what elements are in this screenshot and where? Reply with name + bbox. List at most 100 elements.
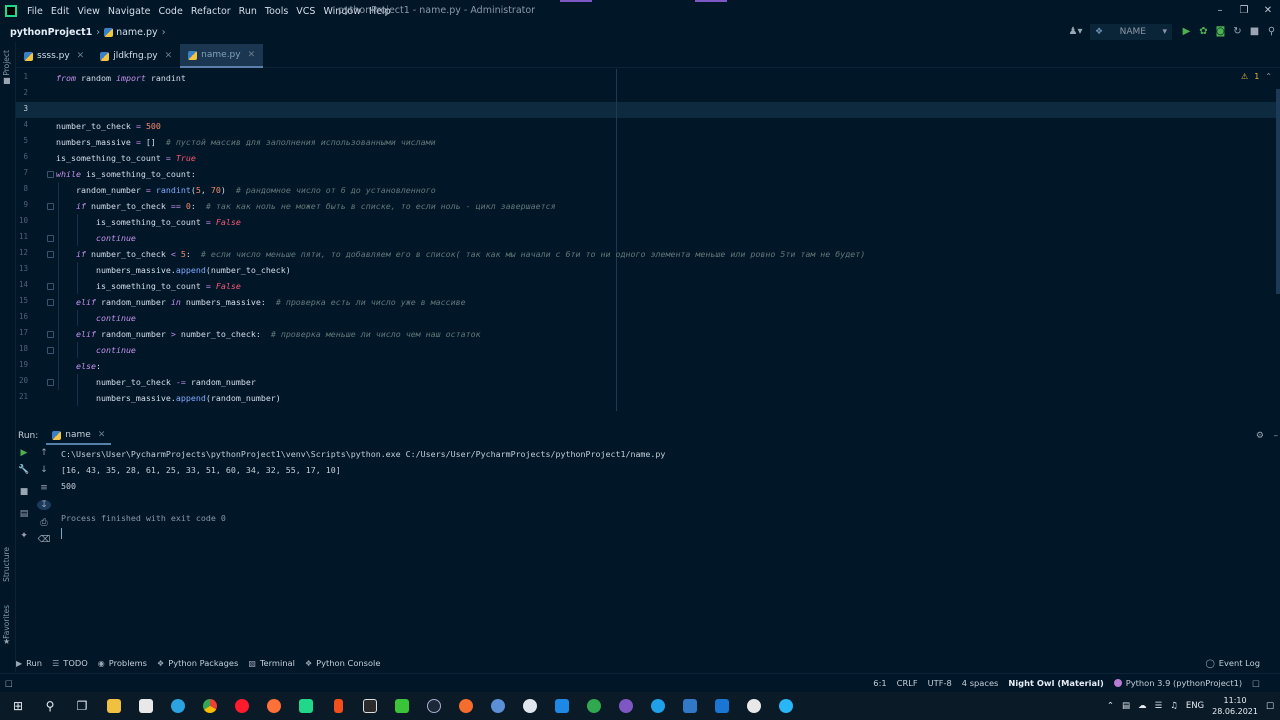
lock-icon[interactable]: □	[1252, 678, 1260, 688]
fold-marker-icon[interactable]	[47, 379, 54, 386]
steam-icon[interactable]	[418, 692, 450, 720]
structure-tool-label[interactable]: Structure	[2, 547, 11, 582]
app-settings-icon[interactable]	[674, 692, 706, 720]
stop-icon[interactable]: ■	[16, 487, 32, 497]
notifications-icon[interactable]: □	[1266, 701, 1274, 711]
scroll-to-end-icon[interactable]: ↧	[37, 500, 51, 510]
fold-marker-icon[interactable]	[47, 347, 54, 354]
code-line[interactable]: number_to_check = 500	[56, 118, 161, 134]
close-icon[interactable]: ✕	[77, 51, 85, 61]
gear-icon[interactable]: ⚙	[1256, 431, 1264, 441]
code-line[interactable]: numbers_massive = [] # пустой массив для…	[56, 134, 436, 150]
code-line[interactable]: number_to_check -= random_number	[56, 374, 256, 390]
app-icon[interactable]	[514, 692, 546, 720]
windows-start-icon[interactable]: ⊞	[2, 692, 34, 720]
origin-icon[interactable]	[450, 692, 482, 720]
arrow-up-icon[interactable]: ↑	[36, 448, 52, 458]
search-icon[interactable]: ⚲	[34, 692, 66, 720]
code-line[interactable]: continue	[56, 342, 136, 358]
chevron-up-icon[interactable]: ⌃	[1265, 72, 1272, 81]
close-icon[interactable]: ✕	[1256, 0, 1280, 22]
menu-vcs[interactable]: VCS	[292, 6, 319, 17]
epic-games-icon[interactable]	[354, 692, 386, 720]
code-line[interactable]: while is_something_to_count:	[56, 166, 196, 182]
breadcrumb-file[interactable]: name.py	[116, 27, 158, 38]
file-encoding[interactable]: UTF-8	[928, 678, 952, 688]
caret-position[interactable]: 6:1	[873, 678, 886, 688]
code-line[interactable]: is_something_to_count = False	[56, 214, 241, 230]
menu-edit[interactable]: Edit	[47, 6, 73, 17]
fold-marker-icon[interactable]	[47, 171, 54, 178]
opera-icon[interactable]	[226, 692, 258, 720]
line-separator[interactable]: CRLF	[897, 678, 918, 688]
app-purple-icon[interactable]	[610, 692, 642, 720]
menu-file[interactable]: File	[23, 6, 47, 17]
task-view-icon[interactable]: ❐	[66, 692, 98, 720]
close-icon[interactable]: ✕	[165, 51, 173, 61]
event-log-button[interactable]: ◯ Event Log	[1205, 655, 1260, 671]
run-tab-name[interactable]: name ✕	[46, 427, 112, 445]
figma-icon[interactable]	[322, 692, 354, 720]
app-green-icon[interactable]	[386, 692, 418, 720]
editor-scrollbar[interactable]	[1276, 89, 1280, 294]
pin-icon[interactable]: ✦	[16, 531, 32, 541]
menu-code[interactable]: Code	[154, 6, 186, 17]
hide-panel-icon[interactable]: –	[1274, 431, 1279, 441]
code-line[interactable]: numbers_massive.append(random_number)	[56, 390, 281, 406]
run-config-select[interactable]: ❖ NAME ▾	[1090, 24, 1172, 40]
trash-icon[interactable]: ⌫	[36, 535, 52, 545]
breadcrumb-project[interactable]: pythonProject1	[10, 27, 92, 38]
theme-name[interactable]: Night Owl (Material)	[1008, 678, 1103, 688]
code-line[interactable]: elif random_number in numbers_massive: #…	[56, 294, 466, 310]
firefox-icon[interactable]	[258, 692, 290, 720]
run-icon[interactable]: ▶	[1178, 22, 1195, 42]
tool-tab-python-packages[interactable]: ❖ Python Packages	[157, 658, 238, 668]
code-line[interactable]: is_something_to_count = False	[56, 278, 241, 294]
stop-icon[interactable]: ■	[1246, 22, 1263, 42]
volume-icon[interactable]: ♫	[1170, 701, 1178, 711]
wrench-icon[interactable]: 🔧	[16, 465, 32, 475]
search-icon[interactable]: ⚲	[1263, 22, 1280, 42]
code-line[interactable]: if number_to_check == 0: # так как ноль …	[56, 198, 556, 214]
code-editor[interactable]: 1 2 3 4 5 6 7 8 9 10 11 12 13 14 15 16 17 18 19 20 21 from r…	[16, 69, 1280, 411]
close-icon[interactable]: ✕	[248, 50, 256, 60]
run-console[interactable]: C:\Users\User\PycharmProjects\pythonProj…	[61, 446, 1261, 646]
telegram-icon[interactable]	[162, 692, 194, 720]
code-line[interactable]: elif random_number > number_to_check: # …	[56, 326, 481, 342]
code-line[interactable]: continue	[56, 230, 136, 246]
minimize-icon[interactable]: –	[1208, 0, 1232, 22]
clock[interactable]: 11:10 28.06.2021	[1212, 695, 1258, 717]
fold-marker-icon[interactable]	[47, 283, 54, 290]
close-icon[interactable]: ✕	[98, 430, 106, 440]
code-line[interactable]: continue	[56, 310, 136, 326]
fold-marker-icon[interactable]	[47, 235, 54, 242]
code-line[interactable]: from random import randint	[56, 70, 186, 86]
uipath-icon[interactable]	[706, 692, 738, 720]
debug-icon[interactable]: ✿	[1195, 22, 1212, 42]
tab-ssss[interactable]: ssss.py ✕	[16, 44, 92, 68]
coverage-icon[interactable]: ◙	[1212, 22, 1229, 42]
fold-marker-icon[interactable]	[47, 251, 54, 258]
code-line[interactable]: random_number = randint(5, 70) # рандомн…	[56, 182, 436, 198]
tool-tab-run[interactable]: ▶ Run	[16, 658, 42, 668]
indent-setting[interactable]: 4 spaces	[962, 678, 999, 688]
favorites-tool-label[interactable]: Favorites	[2, 605, 11, 639]
menu-refactor[interactable]: Refactor	[187, 6, 235, 17]
arrow-down-icon[interactable]: ↓	[36, 465, 52, 475]
print-icon[interactable]: ⎙	[36, 518, 52, 528]
menu-run[interactable]: Run	[235, 6, 261, 17]
fold-marker-icon[interactable]	[47, 203, 54, 210]
tool-tab-terminal[interactable]: ▧ Terminal	[248, 658, 295, 668]
menu-tools[interactable]: Tools	[261, 6, 292, 17]
code-line[interactable]: is_something_to_count = True	[56, 150, 196, 166]
layout-icon[interactable]: ▤	[16, 509, 32, 519]
file-explorer-icon[interactable]	[98, 692, 130, 720]
profile-icon[interactable]: ↻	[1229, 22, 1246, 42]
user-icon[interactable]: ♟▾	[1067, 22, 1084, 42]
tool-tab-problems[interactable]: ◉ Problems	[98, 658, 147, 668]
cloud-icon[interactable]: ☁	[1138, 701, 1147, 711]
app-telegram-badge-icon[interactable]	[770, 692, 802, 720]
code-line[interactable]: if number_to_check < 5: # если число мен…	[56, 246, 865, 262]
tab-name[interactable]: name.py ✕	[180, 44, 264, 68]
menu-view[interactable]: View	[73, 6, 104, 17]
